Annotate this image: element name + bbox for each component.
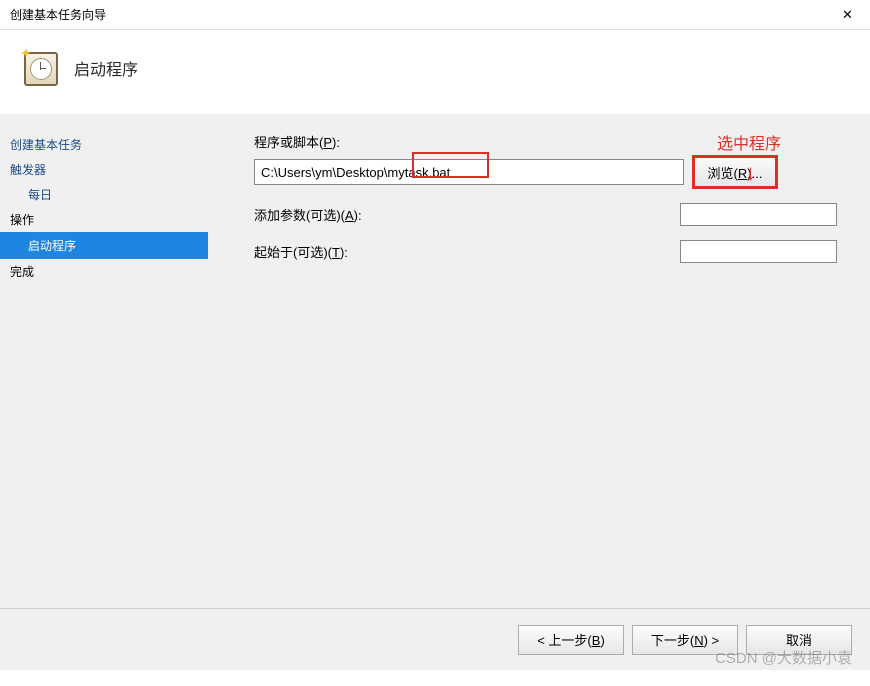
startin-label: 起始于(可选)(T):	[254, 242, 374, 261]
titlebar: 创建基本任务向导 ✕	[0, 0, 870, 30]
main-panel: 程序或脚本(P): 浏览(R)... 添加参数(可选)(A): 起始于(可选)(…	[208, 114, 870, 608]
sidebar-item-action: 操作	[0, 207, 208, 232]
wizard-header: ✦ 启动程序	[0, 30, 870, 114]
wizard-footer: < 上一步(B) 下一步(N) > 取消	[0, 608, 870, 670]
startin-input[interactable]	[680, 240, 837, 263]
window-title: 创建基本任务向导	[10, 6, 106, 23]
startin-row: 起始于(可选)(T):	[254, 240, 839, 263]
cancel-button[interactable]: 取消	[746, 625, 852, 655]
content-area: 创建基本任务 触发器 每日 操作 启动程序 完成 程序或脚本(P): 浏览(R)…	[0, 114, 870, 608]
sidebar-item-trigger[interactable]: 触发器	[0, 157, 208, 182]
task-scheduler-icon: ✦	[20, 48, 60, 88]
close-icon: ✕	[842, 7, 853, 23]
browse-button[interactable]: 浏览(R)...	[694, 157, 776, 187]
args-label: 添加参数(可选)(A):	[254, 205, 374, 224]
args-input[interactable]	[680, 203, 837, 226]
back-button[interactable]: < 上一步(B)	[518, 625, 624, 655]
page-title: 启动程序	[74, 56, 138, 80]
args-row: 添加参数(可选)(A):	[254, 203, 839, 226]
sidebar-item-trigger-daily[interactable]: 每日	[0, 182, 208, 207]
close-button[interactable]: ✕	[825, 0, 870, 30]
script-input[interactable]	[254, 159, 684, 185]
sidebar-item-finish: 完成	[0, 259, 208, 284]
sidebar-item-action-start[interactable]: 启动程序	[0, 232, 208, 259]
annotation-select-program: 选中程序	[717, 130, 781, 154]
annotation-arrow-icon: ↓	[745, 160, 756, 186]
wizard-sidebar: 创建基本任务 触发器 每日 操作 启动程序 完成	[0, 114, 208, 608]
next-button[interactable]: 下一步(N) >	[632, 625, 738, 655]
sidebar-item-create-task[interactable]: 创建基本任务	[0, 132, 208, 157]
